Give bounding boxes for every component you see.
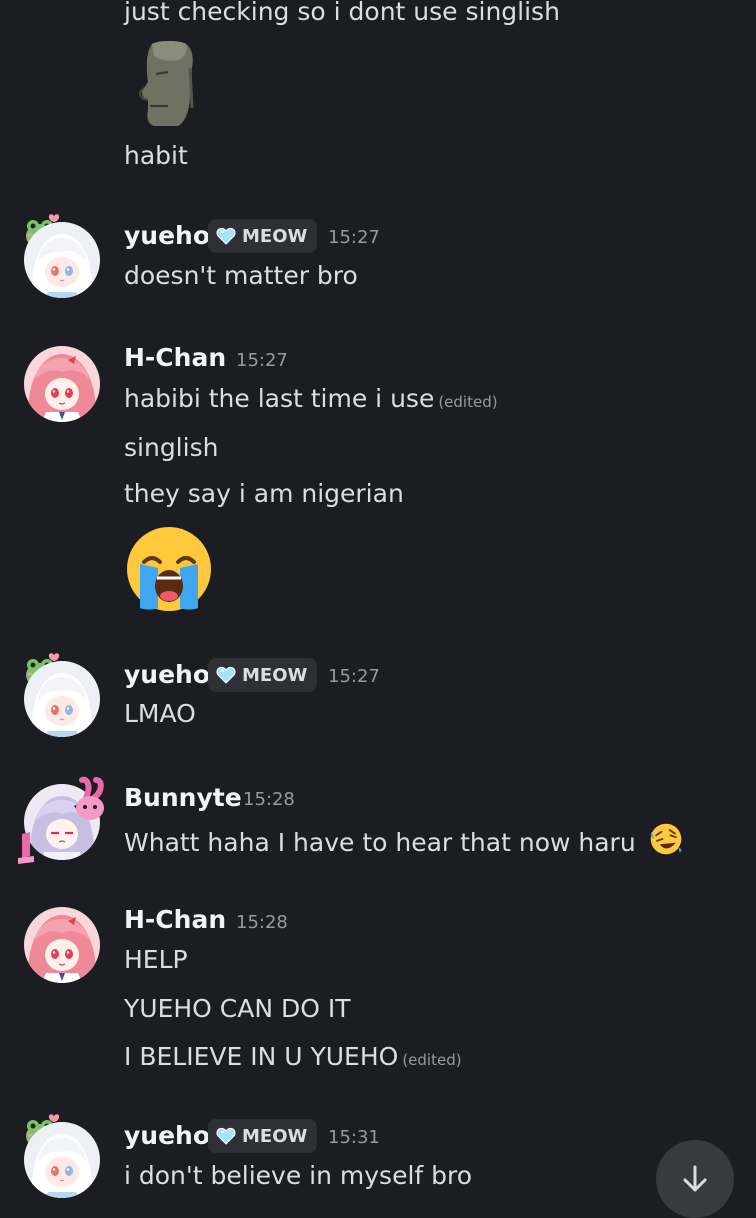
author-name[interactable]: yueho [124, 1120, 210, 1152]
message-text: habit [124, 141, 188, 170]
timestamp: 15:28 [243, 789, 295, 810]
message-text: doesn't matter bro [124, 261, 358, 290]
avatar[interactable] [24, 222, 100, 298]
timestamp: 15:27 [328, 666, 380, 687]
message-text: habibi the last time i use (edited) [124, 383, 498, 418]
timestamp: 15:31 [328, 1127, 380, 1148]
message-text: Whatt haha I have to hear that now haru [124, 821, 684, 859]
heart-icon [216, 1127, 236, 1145]
message-text: they say i am nigerian [124, 479, 404, 508]
arrow-down-icon [683, 1165, 707, 1192]
timestamp: 15:27 [328, 227, 380, 248]
message-text: i don't believe in myself bro [124, 1161, 473, 1190]
message-content: Whatt haha I have to hear that now haru [124, 828, 636, 857]
timestamp: 15:27 [236, 350, 288, 371]
rolling-laughing-emoji [648, 821, 684, 857]
avatar-decoration [16, 776, 106, 866]
author-name[interactable]: yueho [124, 220, 210, 252]
author-name[interactable]: Bunnyte [124, 782, 242, 814]
clan-tag[interactable]: MEOW [208, 658, 318, 692]
edited-label: (edited) [402, 1051, 462, 1069]
message-text: LMAO [124, 699, 196, 728]
avatar[interactable] [24, 1122, 100, 1198]
heart-icon [216, 666, 236, 684]
message-content: I BELIEVE IN U YUEHO [124, 1042, 399, 1071]
author-name[interactable]: H-Chan [124, 342, 226, 374]
clan-tag-label: MEOW [242, 664, 308, 686]
clan-tag-label: MEOW [242, 225, 308, 247]
message-text: just checking so i dont use singlish [124, 0, 560, 26]
message-text: singlish [124, 433, 219, 462]
author-name[interactable]: yueho [124, 659, 210, 691]
message-text: YUEHO CAN DO IT [124, 994, 351, 1023]
jump-to-present-button[interactable] [656, 1140, 734, 1218]
timestamp: 15:28 [236, 912, 288, 933]
message-content: habibi the last time i use [124, 384, 435, 413]
avatar[interactable] [24, 661, 100, 737]
avatar[interactable] [24, 907, 100, 983]
clan-tag[interactable]: MEOW [208, 219, 318, 253]
loudly-crying-emoji[interactable] [124, 524, 214, 614]
message-text: I BELIEVE IN U YUEHO (edited) [124, 1041, 462, 1076]
author-name[interactable]: H-Chan [124, 904, 226, 936]
avatar[interactable] [24, 346, 100, 422]
message-text: HELP [124, 945, 188, 974]
moai-emoji[interactable] [134, 38, 204, 128]
heart-icon [216, 227, 236, 245]
edited-label: (edited) [438, 393, 498, 411]
clan-tag-label: MEOW [242, 1125, 308, 1147]
clan-tag[interactable]: MEOW [208, 1119, 318, 1153]
